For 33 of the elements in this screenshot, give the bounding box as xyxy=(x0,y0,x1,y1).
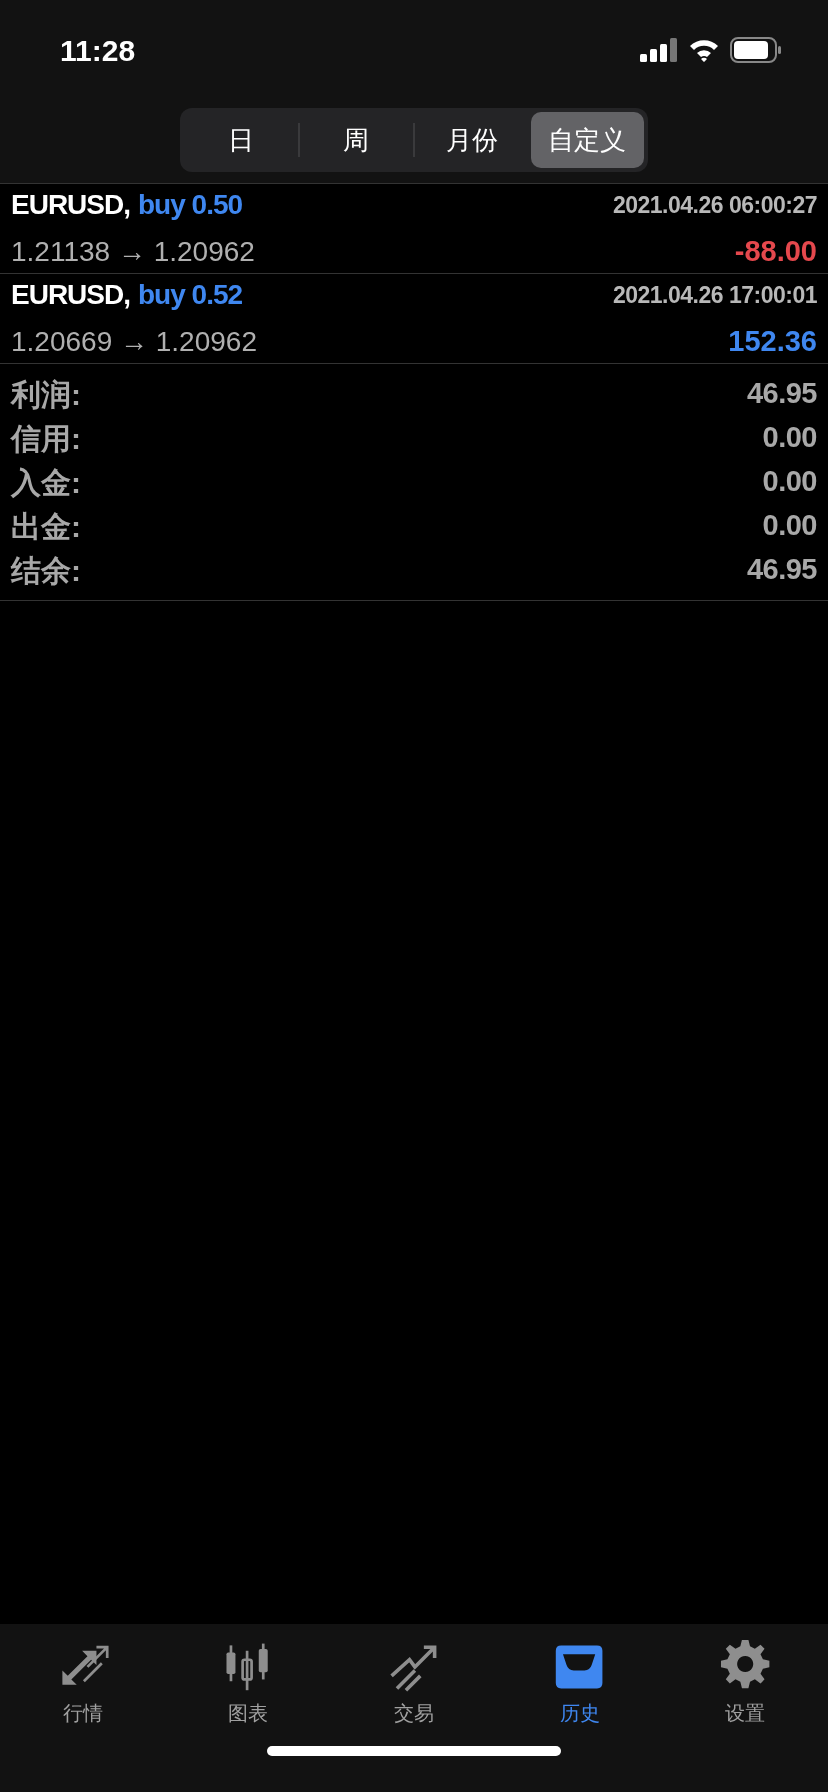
summary-label: 结余: xyxy=(11,552,81,589)
summary-label: 利润: xyxy=(11,376,81,413)
deal-side: buy 0.52 xyxy=(138,277,243,312)
deal-side: buy 0.50 xyxy=(138,187,243,222)
period-tab[interactable]: 周 xyxy=(299,112,413,168)
period-tab[interactable]: 自定义 xyxy=(530,112,644,168)
deal-time: 2021.04.26 06:00:27 xyxy=(612,190,817,220)
summary-value: 0.00 xyxy=(762,464,817,500)
deal-prices: 1.20669 → 1.20962 xyxy=(11,324,257,359)
deal-symbol: EURUSD, xyxy=(11,187,130,222)
period-tab[interactable]: 月份 xyxy=(415,112,529,168)
deal-profit: 152.36 xyxy=(728,323,817,359)
deal-prices: 1.21138 → 1.20962 xyxy=(11,234,255,269)
signal-icon xyxy=(640,38,678,62)
deal-time: 2021.04.26 17:00:01 xyxy=(612,280,817,310)
tab-bar-item[interactable]: 图表 xyxy=(165,1640,332,1728)
tab-bar-item[interactable]: 历史 xyxy=(496,1640,663,1728)
summary-value: 0.00 xyxy=(762,508,817,544)
tab-bar-item[interactable]: 交易 xyxy=(331,1640,497,1728)
deal-profit: -88.00 xyxy=(734,233,817,269)
tab-bar-item[interactable]: 设置 xyxy=(662,1640,828,1728)
deal-symbol: EURUSD, xyxy=(11,277,130,312)
summary-label: 信用: xyxy=(11,420,81,457)
summary-label: 出金: xyxy=(11,508,81,545)
period-tab[interactable]: 日 xyxy=(184,112,298,168)
tab-bar-item[interactable]: 行情 xyxy=(0,1640,166,1728)
battery-icon xyxy=(730,37,782,63)
wifi-icon xyxy=(688,38,720,62)
summary-value: 46.95 xyxy=(746,376,817,412)
summary-value: 46.95 xyxy=(746,552,817,588)
summary-value: 0.00 xyxy=(762,420,817,456)
status-time: 11:28 xyxy=(60,32,136,69)
summary-label: 入金: xyxy=(11,464,81,501)
